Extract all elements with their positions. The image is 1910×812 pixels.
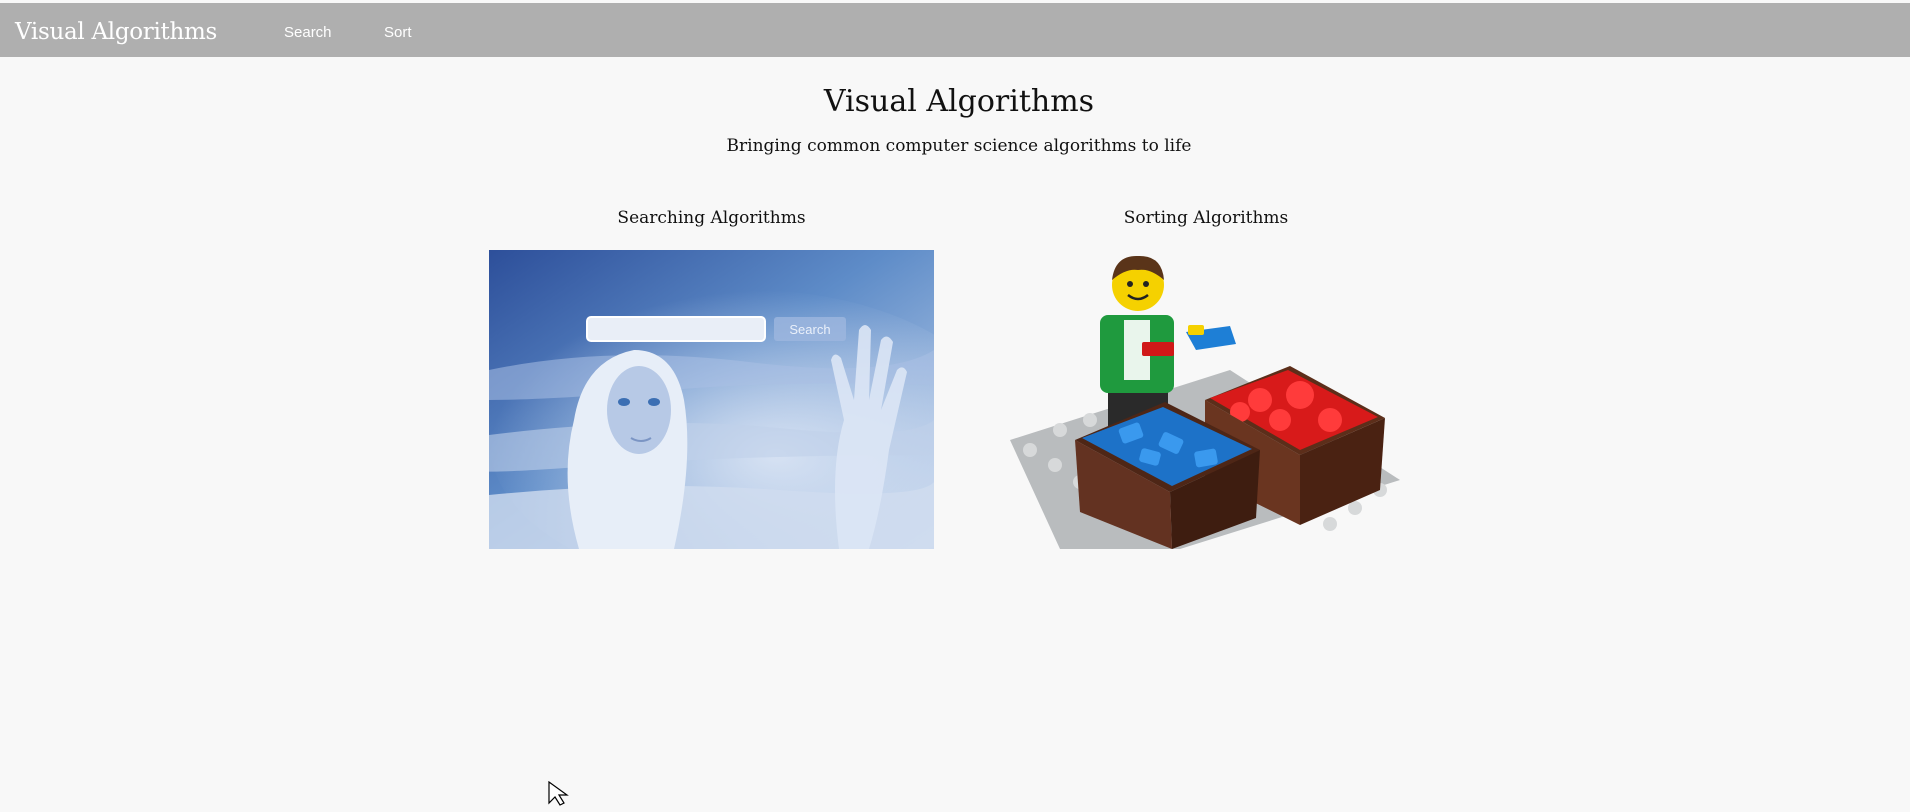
nav-link-search[interactable]: Search <box>284 23 332 43</box>
sorting-algorithms-card[interactable]: Sorting Algorithms <box>1000 206 1412 549</box>
brand-link[interactable]: Visual Algorithms <box>15 17 217 47</box>
nav-link-sort[interactable]: Sort <box>384 23 412 43</box>
top-navbar: Visual Algorithms Search Sort <box>0 3 1910 57</box>
mouse-cursor-icon <box>548 780 574 812</box>
search-concept-image[interactable]: Search <box>489 250 934 549</box>
searching-algorithms-card[interactable]: Searching Algorithms Search <box>489 206 934 549</box>
searching-card-title[interactable]: Searching Algorithms <box>489 206 934 238</box>
sorting-card-title[interactable]: Sorting Algorithms <box>1000 206 1412 238</box>
page-title: Visual Algorithms <box>823 84 1095 119</box>
page-subtitle: Bringing common computer science algorit… <box>726 136 1192 156</box>
lego-sorting-image[interactable] <box>1000 250 1412 549</box>
search-image-label: Search <box>789 322 830 337</box>
